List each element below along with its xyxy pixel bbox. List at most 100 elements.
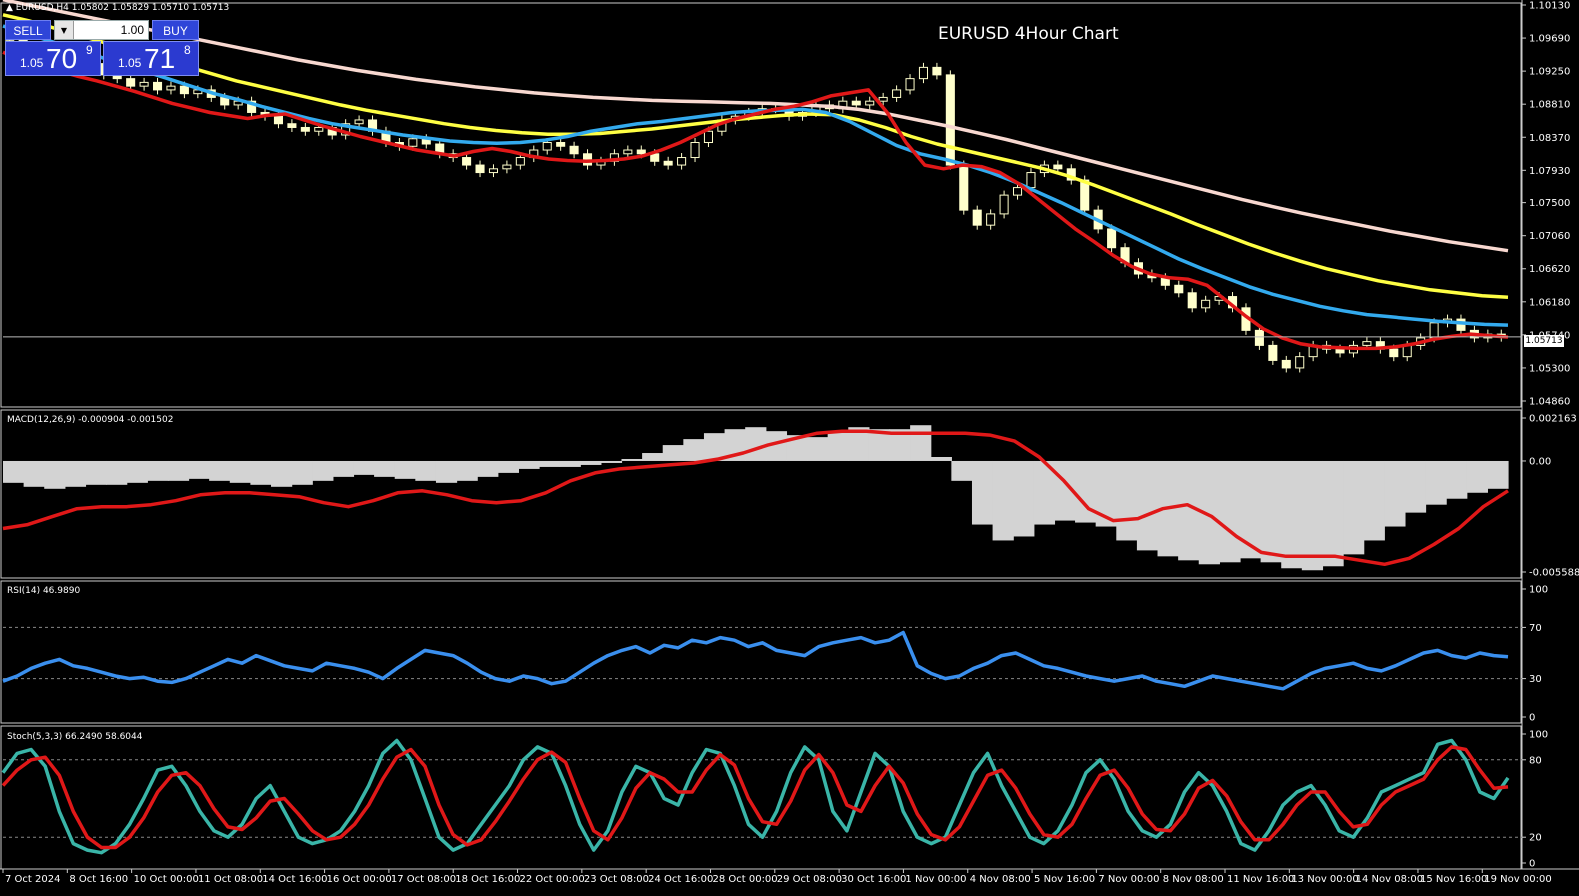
macd-histogram-bar [271,460,293,487]
candle-body [623,149,633,155]
ema-yellow-line [2,13,1509,300]
buy-button[interactable]: BUY [152,20,199,40]
macd-histogram-bar [1075,460,1097,523]
macd-histogram-bar [539,460,561,467]
macd-histogram-bar [332,460,355,477]
chart-canvas[interactable]: 1.10130 1.09690 1.09250 1.08810 1.08370 1.079… [0,0,1579,896]
candle-body [1362,341,1372,346]
time-tick-label: 1 Nov 00:00 [905,874,966,885]
time-tick-label: 28 Oct 00:00 [712,874,777,885]
price-tick-label: 1.07930 [1529,166,1570,177]
price-tick-label: 1.05300 [1529,363,1570,374]
price-tick-label: 1.06620 [1529,264,1570,275]
candle-body [986,213,996,226]
macd-histogram-bar [291,460,313,485]
macd-histogram-bar [559,460,581,467]
candle-body [1053,164,1063,170]
macd-histogram-bar [456,460,478,481]
chart-title: EURUSD 4Hour Chart [938,24,1119,44]
macd-histogram-bar [1322,460,1344,567]
candle-body [972,209,982,226]
buy-price-button[interactable]: 1.05 71 8 [103,41,199,76]
sell-price-pips: 70 [46,43,78,74]
time-tick-label: 30 Oct 16:00 [841,874,906,885]
candle-body [690,142,700,159]
candle-body [1107,228,1117,249]
macd-histogram-bar [930,457,952,461]
time-tick-label: 7 Oct 2024 [5,874,60,885]
price-tick-label: 1.08370 [1529,133,1570,144]
macd-histogram-bar [497,460,520,473]
panel-border [0,580,1522,724]
candle-body [1429,322,1439,339]
macd-histogram-bar [621,458,643,461]
buy-price-prefix: 1.05 [118,56,142,70]
time-tick-label: 15 Nov 16:00 [1420,874,1487,885]
rsi-label: RSI(14) 46.9890 [7,586,80,596]
macd-histogram-bar [745,427,767,461]
candle-body [959,164,969,211]
one-click-trading-panel: SELL ▼ BUY 1.05 70 9 1.05 71 8 [5,20,199,76]
candle-body [287,123,297,128]
candle-body [408,138,418,147]
macd-histogram-bar [662,445,684,461]
macd-histogram-bar [1425,460,1447,505]
lot-size-field: ▼ [54,20,149,40]
candle-body [1201,299,1211,309]
macd-histogram-bar [992,460,1014,541]
macd-histogram-bar [1487,460,1509,489]
macd-histogram-bar [683,439,705,461]
macd-histogram-bar [353,460,375,475]
sell-button[interactable]: SELL [5,20,51,40]
time-tick-label: 22 Oct 00:00 [520,874,585,885]
lot-dropdown-arrow-icon[interactable]: ▼ [55,21,74,39]
macd-histogram-bar [147,460,169,481]
macd-histogram-bar [1301,460,1324,571]
lot-size-input[interactable] [74,22,148,38]
macd-histogram-bar [1343,460,1365,555]
time-tick-label: 11 Oct 08:00 [198,874,263,885]
sell-price-button[interactable]: 1.05 70 9 [5,41,101,76]
candle-body [1174,284,1184,294]
candle-body [905,78,915,91]
macd-label: MACD(12,26,9) -0.000904 -0.001502 [7,415,173,425]
time-tick-label: 17 Oct 08:00 [391,874,456,885]
candle-body [650,153,660,162]
macd-histogram-bar [374,460,396,477]
buy-price-fraction: 8 [184,43,191,57]
candle-body [878,96,888,102]
macd-histogram-bar [167,460,190,481]
macd-tick-label: 0.00 [1529,456,1551,467]
candle-body [932,66,942,76]
rsi-panel[interactable] [2,626,1522,691]
stoch-label: Stoch(5,3,3) 66.2490 58.6044 [7,732,143,742]
candle-body [918,66,928,80]
price-tick-label: 1.08810 [1529,100,1570,111]
price-panel[interactable] [2,0,1522,373]
time-tick-label: 4 Nov 08:00 [970,874,1031,885]
ema-blue-line [2,24,1509,327]
macd-panel[interactable] [2,425,1509,571]
panel-borders [0,0,1579,870]
candle-body [999,194,1009,215]
macd-histogram-bar [1013,460,1035,537]
time-tick-label: 16 Oct 00:00 [327,874,392,885]
macd-histogram-bar [1404,460,1427,513]
macd-histogram-bar [1363,460,1385,541]
stoch-tick-label: 80 [1529,755,1542,766]
macd-histogram-bar [642,453,664,461]
macd-histogram-bar [1384,460,1406,527]
macd-histogram-bar [1466,460,1488,493]
candle-body [515,157,525,166]
macd-histogram-bar [188,460,210,479]
candle-body [851,100,861,106]
macd-histogram-bar [910,425,932,461]
macd-histogram-bar [435,460,458,483]
macd-histogram-bar [3,460,25,483]
sell-price-prefix: 1.05 [20,56,44,70]
macd-histogram-bar [1446,460,1468,499]
candle-body [1335,348,1345,354]
candle-body [462,157,472,166]
stoch-panel[interactable] [1,738,1522,855]
stoch-main-line [1,738,1510,855]
